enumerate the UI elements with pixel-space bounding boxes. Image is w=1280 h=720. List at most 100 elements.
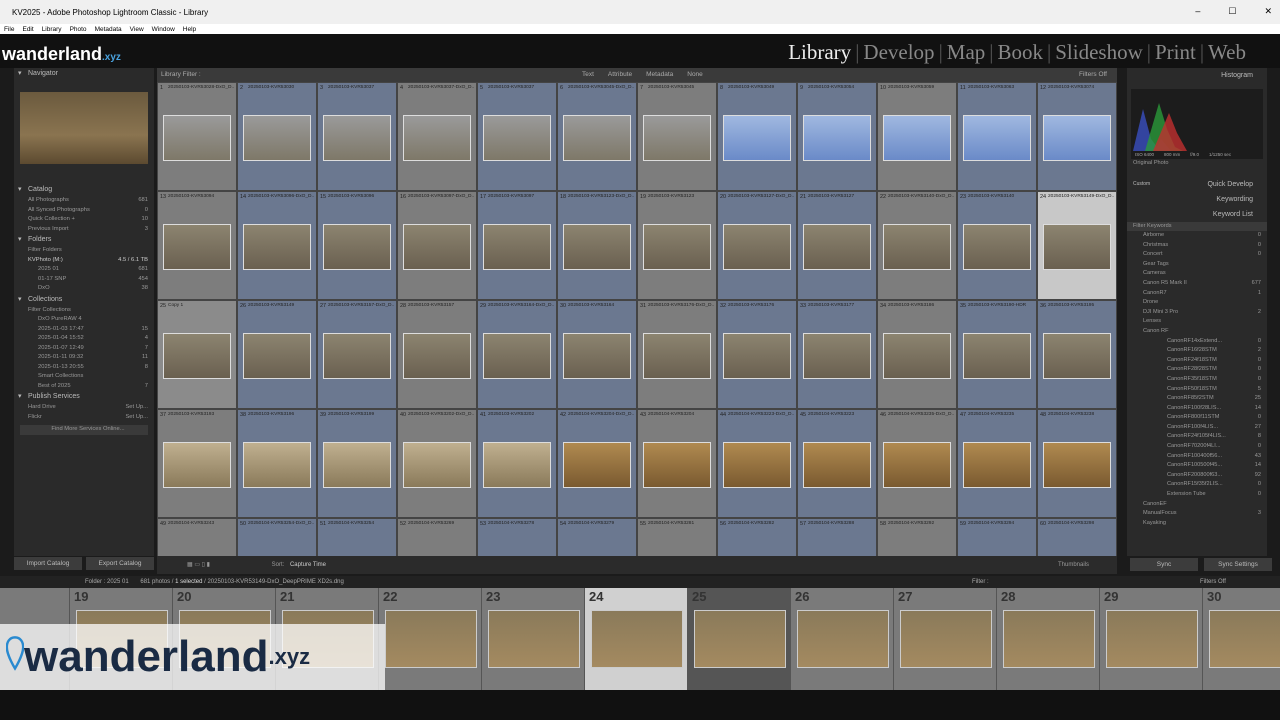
filter-tab-attribute[interactable]: Attribute	[608, 71, 632, 78]
keyword-item[interactable]: CanonRF100f4LIS... 27	[1127, 423, 1267, 433]
grid-cell[interactable]: 20 20250103-KVR53127-DxO_D...	[717, 191, 797, 300]
collection-item[interactable]: DxO PureRAW 4	[14, 315, 154, 325]
filmstrip-cell[interactable]: 23	[482, 588, 585, 690]
grid-cell[interactable]: 1 20250103-KVR53028-DxO_D...	[157, 82, 237, 191]
photo-thumbnail[interactable]	[483, 333, 551, 379]
photo-thumbnail[interactable]	[723, 224, 791, 270]
photo-thumbnail[interactable]	[723, 442, 791, 488]
filter-tab-none[interactable]: None	[687, 71, 703, 78]
grid-cell[interactable]: 44 20250104-KVR53223-DxO_D...	[717, 409, 797, 518]
grid-cell[interactable]: 55 20250104-KVR53281	[637, 518, 717, 556]
grid-cell[interactable]: 16 20250103-KVR53097-DxO_D...	[397, 191, 477, 300]
grid-cell[interactable]: 2 20250103-KVR53030	[237, 82, 317, 191]
filmstrip-thumbnail[interactable]	[1106, 610, 1198, 668]
folder-item[interactable]: 2025 01 681	[14, 265, 154, 275]
filmstrip-thumbnail[interactable]	[591, 610, 683, 668]
folder-source[interactable]: Folder : 2025 01	[85, 579, 129, 585]
collection-item[interactable]: 2025-01-07 12:49 7	[14, 344, 154, 354]
collection-item[interactable]: Smart Collections	[14, 372, 154, 382]
grid-cell[interactable]: 43 20250104-KVR53204	[637, 409, 717, 518]
close-icon[interactable]: ✕	[1264, 6, 1272, 17]
keyword-item[interactable]: CanonRF100400f56... 43	[1127, 452, 1267, 462]
keyword-item[interactable]: CanonRF85f2STM 25	[1127, 394, 1267, 404]
grid-cell[interactable]: 40 20250103-KVR53202-DxO_D...	[397, 409, 477, 518]
module-web[interactable]: Web	[1204, 40, 1250, 65]
grid-cell[interactable]: 14 20250103-KVR53096-DxO_D...	[237, 191, 317, 300]
keyword-item[interactable]: CanonRF35f18STM 0	[1127, 375, 1267, 385]
grid-cell[interactable]: 24 20250103-KVR53149-DxO_D...	[1037, 191, 1117, 300]
photo-thumbnail[interactable]	[963, 333, 1031, 379]
keyword-item[interactable]: Christmas 0	[1127, 241, 1267, 251]
menu-item-library[interactable]: Library	[42, 26, 62, 33]
grid-cell[interactable]: 45 20250104-KVR53223	[797, 409, 877, 518]
photo-thumbnail[interactable]	[243, 333, 311, 379]
keyword-item[interactable]: Canon R5 Mark II 677	[1127, 279, 1267, 289]
collection-item[interactable]: 2025-01-03 17:47 15	[14, 325, 154, 335]
photo-thumbnail[interactable]	[1043, 333, 1111, 379]
grid-cell[interactable]: 38 20250103-KVR53196	[237, 409, 317, 518]
photo-thumbnail[interactable]	[723, 115, 791, 161]
catalog-header[interactable]: Catalog	[14, 184, 154, 196]
grid-cell[interactable]: 33 20250103-KVR53177	[797, 300, 877, 409]
keyword-item[interactable]: CanonRF15f35f2LIS... 0	[1127, 480, 1267, 490]
menu-item-file[interactable]: File	[4, 26, 14, 33]
folder-item[interactable]: DxO 38	[14, 284, 154, 294]
photo-thumbnail[interactable]	[643, 115, 711, 161]
module-print[interactable]: Print	[1151, 40, 1200, 65]
filmstrip-thumbnail[interactable]	[694, 610, 786, 668]
sync-button[interactable]: Sync	[1130, 558, 1198, 571]
keyword-item[interactable]: DJI Mini 3 Pro 2	[1127, 308, 1267, 318]
filmstrip-thumbnail[interactable]	[797, 610, 889, 668]
photo-thumbnail[interactable]	[803, 442, 871, 488]
photo-thumbnail[interactable]	[323, 115, 391, 161]
grid-cell[interactable]: 29 20250103-KVR53164-DxO_D...	[477, 300, 557, 409]
grid-cell[interactable]: 31 20250103-KVR53176-DxO_D...	[637, 300, 717, 409]
grid-cell[interactable]: 7 20250103-KVR53045	[637, 82, 717, 191]
keyword-item[interactable]: CanonRF24f18STM 0	[1127, 356, 1267, 366]
catalog-item[interactable]: Previous Import 3	[14, 225, 154, 235]
photo-thumbnail[interactable]	[483, 115, 551, 161]
grid-cell[interactable]: 48 20250104-KVR53238	[1037, 409, 1117, 518]
photo-thumbnail[interactable]	[963, 115, 1031, 161]
filmstrip-cell[interactable]: 28	[997, 588, 1100, 690]
grid-cell[interactable]: 37 20250103-KVR53193	[157, 409, 237, 518]
filmstrip-cell[interactable]: 27	[894, 588, 997, 690]
folders-header[interactable]: Folders	[14, 234, 154, 246]
photo-thumbnail[interactable]	[563, 115, 631, 161]
import-button[interactable]: Import Catalog	[14, 557, 82, 570]
keyword-item[interactable]: Gear Tags	[1127, 260, 1267, 270]
grid-cell[interactable]: 21 20250103-KVR53127	[797, 191, 877, 300]
photo-thumbnail[interactable]	[723, 333, 791, 379]
menu-item-photo[interactable]: Photo	[70, 26, 87, 33]
filter-tab-metadata[interactable]: Metadata	[646, 71, 673, 78]
grid-cell[interactable]: 57 20250104-KVR53288	[797, 518, 877, 556]
grid-cell[interactable]: 28 20250103-KVR53157	[397, 300, 477, 409]
photo-thumbnail[interactable]	[643, 442, 711, 488]
grid-cell[interactable]: 58 20250104-KVR53292	[877, 518, 957, 556]
drive-row[interactable]: KVPhoto (M:) 4.5 / 6.1 TB	[14, 256, 154, 266]
grid-cell[interactable]: 49 20250104-KVR53243	[157, 518, 237, 556]
keyword-item[interactable]: Canon RF	[1127, 327, 1267, 337]
filter-collections[interactable]: Filter Collections	[14, 306, 154, 316]
module-library[interactable]: Library	[784, 40, 855, 65]
grid-cell[interactable]: 53 20250104-KVR53278	[477, 518, 557, 556]
grid-cell[interactable]: 19 20250103-KVR53123	[637, 191, 717, 300]
grid-cell[interactable]: 6 20250103-KVR53045-DxO_D...	[557, 82, 637, 191]
grid-cell[interactable]: 8 20250103-KVR53049	[717, 82, 797, 191]
keyword-item[interactable]: CanonRF800f11STM 0	[1127, 413, 1267, 423]
publish-service[interactable]: Hard Drive Set Up...	[14, 403, 154, 413]
navigator-header[interactable]: Navigator	[14, 68, 154, 80]
photo-thumbnail[interactable]	[323, 224, 391, 270]
grid-cell[interactable]: 42 20250104-KVR53204-DxO_D...	[557, 409, 637, 518]
photo-thumbnail[interactable]	[163, 442, 231, 488]
filmstrip-cell[interactable]: 30	[1203, 588, 1280, 690]
photo-thumbnail[interactable]	[1043, 115, 1111, 161]
module-develop[interactable]: Develop	[859, 40, 938, 65]
grid-cell[interactable]: 32 20250103-KVR53176	[717, 300, 797, 409]
keyword-item[interactable]: CanonR7 1	[1127, 289, 1267, 299]
grid-view-icon[interactable]: ▦ ▭ ▯ ▮	[187, 562, 210, 568]
catalog-item[interactable]: Quick Collection + 10	[14, 215, 154, 225]
module-slideshow[interactable]: Slideshow	[1051, 40, 1147, 65]
folder-item[interactable]: 01-17 SNP 454	[14, 275, 154, 285]
grid-cell[interactable]: 52 20250104-KVR53269	[397, 518, 477, 556]
